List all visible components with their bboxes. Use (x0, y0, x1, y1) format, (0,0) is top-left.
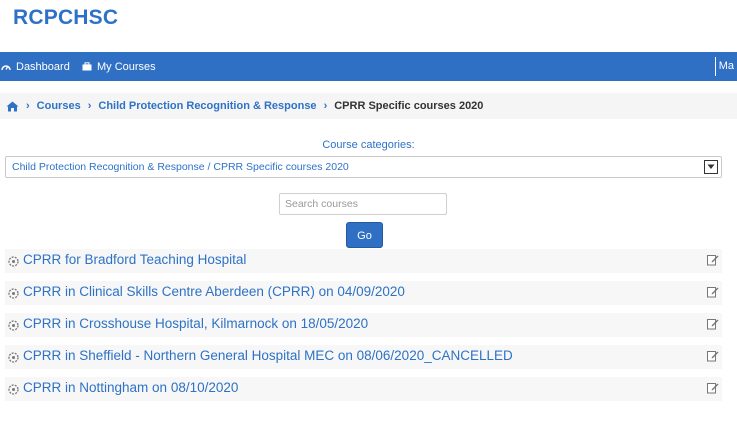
course-info-icon (8, 384, 19, 395)
breadcrumb-current: CPRR Specific courses 2020 (334, 100, 484, 112)
enrol-icon[interactable] (707, 286, 719, 298)
site-brand[interactable]: RCPCHSC (13, 6, 118, 30)
breadcrumb-separator: › (323, 100, 328, 112)
nav-my-courses[interactable]: My Courses (82, 52, 156, 81)
dashboard-icon (1, 65, 11, 71)
course-link[interactable]: CPRR in Crosshouse Hospital, Kilmarnock … (23, 316, 368, 331)
briefcase-icon (82, 62, 92, 71)
course-info-icon (8, 352, 19, 363)
course-list-item: CPRR in Crosshouse Hospital, Kilmarnock … (5, 313, 722, 337)
course-link[interactable]: CPRR in Nottingham on 08/10/2020 (23, 380, 238, 395)
course-link[interactable]: CPRR for Bradford Teaching Hospital (23, 252, 246, 267)
search-courses-input[interactable]: Search courses (279, 193, 447, 215)
course-list-item: CPRR for Bradford Teaching Hospital (5, 249, 722, 273)
go-button[interactable]: Go (346, 222, 383, 248)
course-list-item: CPRR in Sheffield - Northern General Hos… (5, 345, 722, 369)
enrol-icon[interactable] (707, 350, 719, 362)
enrol-icon[interactable] (707, 254, 719, 266)
chevron-down-icon[interactable] (704, 160, 718, 174)
enrol-icon[interactable] (707, 382, 719, 394)
nav-menu-button[interactable]: Ma (714, 57, 737, 76)
course-list-item: CPRR in Clinical Skills Centre Aberdeen … (5, 281, 722, 305)
course-category-select[interactable]: Child Protection Recognition & Response … (5, 156, 722, 178)
nav-my-courses-label: My Courses (97, 60, 156, 73)
course-info-icon (8, 320, 19, 331)
breadcrumb: › Courses › Child Protection Recognition… (0, 93, 737, 119)
breadcrumb-separator: › (26, 100, 30, 112)
breadcrumb-separator: › (87, 100, 92, 112)
home-icon[interactable] (6, 101, 19, 112)
course-info-icon (8, 288, 19, 299)
top-navbar: Dashboard My Courses Ma (0, 52, 737, 81)
course-info-icon (8, 256, 19, 267)
course-category-value: Child Protection Recognition & Response … (12, 161, 349, 173)
breadcrumb-cprr[interactable]: Child Protection Recognition & Response (98, 100, 316, 112)
course-link[interactable]: CPRR in Clinical Skills Centre Aberdeen … (23, 284, 405, 299)
course-list-item: CPRR in Nottingham on 08/10/2020 (5, 377, 722, 401)
course-categories-label: Course categories: (322, 139, 415, 151)
breadcrumb-courses[interactable]: Courses (37, 100, 81, 112)
nav-dashboard-label: Dashboard (16, 60, 70, 73)
nav-dashboard[interactable]: Dashboard (1, 52, 70, 81)
enrol-icon[interactable] (707, 318, 719, 330)
course-link[interactable]: CPRR in Sheffield - Northern General Hos… (23, 348, 513, 363)
